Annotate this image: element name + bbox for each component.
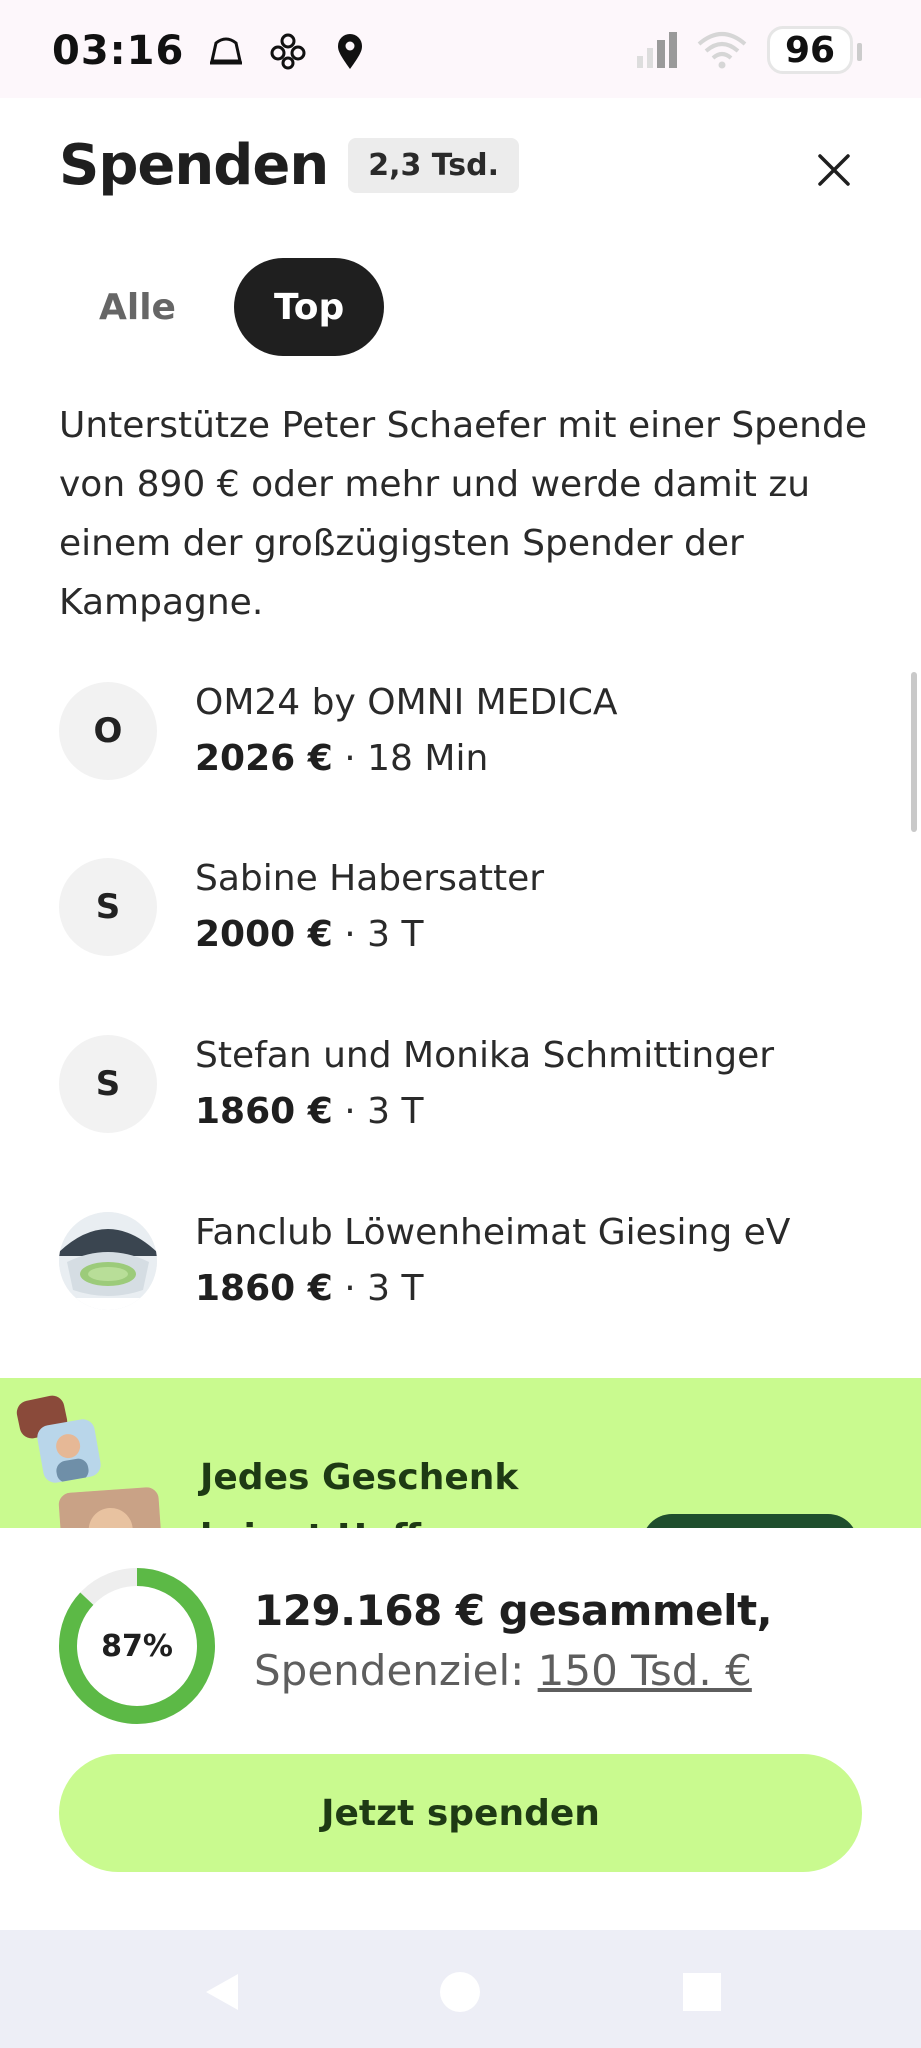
donor-amount: 2026 €: [195, 738, 333, 779]
donor-list-item[interactable]: S Sabine Habersatter 2000 € · 3 T: [59, 852, 879, 962]
status-bar-left: 03:16: [52, 28, 370, 74]
wifi-icon: [695, 30, 749, 70]
sheet-header: Spenden 2,3 Tsd.: [59, 133, 519, 198]
avatar: S: [59, 1035, 157, 1133]
nav-back-button[interactable]: [200, 1970, 244, 2014]
donation-summary: 87% 129.168 € gesammelt, Spendenziel: 15…: [0, 1528, 921, 1930]
donor-list-item[interactable]: S Stefan und Monika Schmittinger 1860 € …: [59, 1029, 879, 1139]
donor-time: 3 T: [367, 1268, 424, 1309]
donor-amount: 1860 €: [195, 1091, 333, 1132]
donor-meta: 2000 € · 3 T: [195, 907, 544, 963]
promo-photo: [35, 1417, 103, 1485]
close-icon: [818, 154, 850, 186]
signal-icon: [637, 30, 677, 70]
location-icon: [330, 31, 370, 71]
avatar: S: [59, 858, 157, 956]
donation-goal: Spendenziel: 150 Tsd. €: [254, 1646, 752, 1695]
system-nav-bar: [0, 1930, 921, 2048]
nav-home-button[interactable]: [438, 1970, 482, 2014]
goal-prefix: Spendenziel:: [254, 1646, 525, 1695]
progress-percent: 87%: [101, 1628, 173, 1664]
meta-separator: ·: [344, 1268, 356, 1309]
promo-button[interactable]: [642, 1514, 858, 1528]
donor-time: 3 T: [367, 1091, 424, 1132]
avatar: O: [59, 682, 157, 780]
status-bar-right: 96: [637, 26, 862, 74]
promo-banner[interactable]: Jedes Geschenk bringt Hoffnung: [0, 1378, 921, 1528]
recents-square-icon: [683, 1973, 721, 2011]
amount-raised: 129.168 € gesammelt,: [254, 1586, 773, 1635]
stadium-photo-avatar: [59, 1212, 157, 1310]
donor-time: 3 T: [367, 914, 424, 955]
promo-photo: [58, 1486, 162, 1528]
meta-separator: ·: [344, 738, 356, 779]
back-triangle-icon: [206, 1974, 238, 2010]
home-circle-icon: [440, 1972, 480, 2012]
scrollbar-thumb[interactable]: [911, 672, 917, 832]
donor-name: Stefan und Monika Schmittinger: [195, 1035, 775, 1076]
donation-count-badge: 2,3 Tsd.: [348, 138, 519, 193]
notification-icon: [206, 31, 246, 71]
donor-meta: 1860 € · 3 T: [195, 1084, 774, 1140]
donor-name: Sabine Habersatter: [195, 858, 545, 899]
page-title: Spenden: [59, 133, 329, 198]
battery-indicator: 96: [767, 26, 862, 74]
flower-icon: [268, 31, 308, 71]
status-bar: 03:16 96: [0, 0, 921, 98]
donor-amount: 2000 €: [195, 914, 333, 955]
donate-now-button[interactable]: Jetzt spenden: [59, 1754, 862, 1872]
top-donors-description: Unterstütze Peter Schaefer mit einer Spe…: [59, 405, 867, 623]
meta-separator: ·: [344, 1091, 356, 1132]
donor-list-item[interactable]: O OM24 by OMNI MEDICA 2026 € · 18 Min: [59, 676, 879, 786]
donor-list-item[interactable]: Fanclub Löwenheimat Giesing eV 1860 € · …: [59, 1206, 879, 1316]
donor-amount: 1860 €: [195, 1268, 333, 1309]
close-button[interactable]: [808, 144, 860, 196]
donor-time: 18 Min: [367, 738, 489, 779]
tab-alle[interactable]: Alle: [59, 258, 216, 356]
promo-heading: Jedes Geschenk bringt Hoffnung: [200, 1457, 524, 1528]
donor-meta: 1860 € · 3 T: [195, 1261, 790, 1317]
tab-top[interactable]: Top: [233, 258, 385, 356]
donor-name: OM24 by OMNI MEDICA: [195, 682, 618, 723]
status-clock: 03:16: [52, 28, 185, 74]
meta-separator: ·: [344, 914, 356, 955]
goal-value-link[interactable]: 150 Tsd. €: [538, 1646, 752, 1695]
donor-meta: 2026 € · 18 Min: [195, 731, 618, 787]
nav-recents-button[interactable]: [680, 1970, 724, 2014]
donor-name: Fanclub Löwenheimat Giesing eV: [195, 1212, 791, 1253]
filter-tabs: Alle Top: [59, 258, 385, 356]
